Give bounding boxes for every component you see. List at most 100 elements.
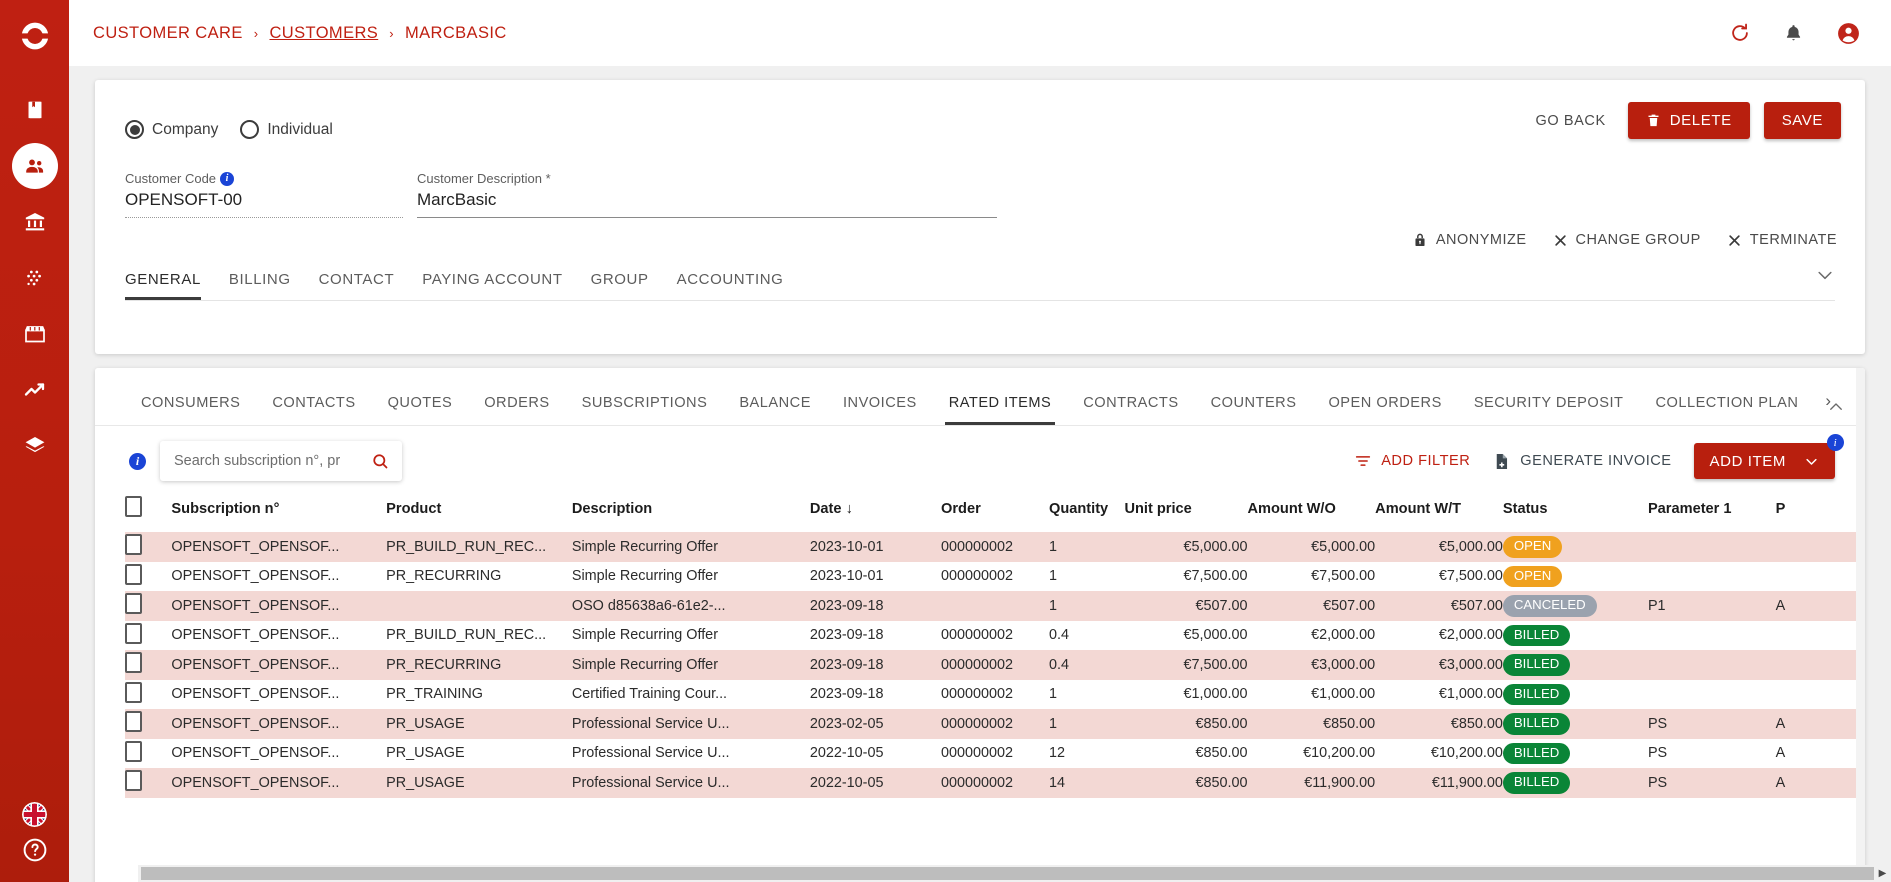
table-row[interactable]: OPENSOFT_OPENSOF...PR_RECURRINGSimple Re… — [125, 562, 1865, 592]
horizontal-scrollbar-thumb[interactable] — [141, 867, 1874, 880]
tab-rated-items[interactable]: RATED ITEMS — [933, 395, 1068, 425]
table-row[interactable]: OPENSOFT_OPENSOF...OSO d85638a6-61e2-...… — [125, 591, 1865, 621]
cell-subscription[interactable]: OPENSOFT_OPENSOF... — [171, 532, 386, 562]
cell-subscription[interactable]: OPENSOFT_OPENSOF... — [171, 739, 386, 769]
add-item-button[interactable]: ADD ITEM i — [1694, 443, 1835, 479]
table-row[interactable]: OPENSOFT_OPENSOF...PR_USAGEProfessional … — [125, 739, 1865, 769]
save-button[interactable]: SAVE — [1764, 102, 1841, 139]
generate-invoice-button[interactable]: GENERATE INVOICE — [1492, 452, 1671, 471]
tab-security-deposit[interactable]: SECURITY DEPOSIT — [1458, 395, 1640, 425]
select-all-checkbox[interactable] — [125, 496, 142, 517]
horizontal-scrollbar[interactable]: ▶ — [138, 865, 1891, 882]
sidebar-item-help[interactable] — [22, 837, 48, 868]
customer-code-value[interactable]: OPENSOFT-00 — [125, 190, 403, 218]
anonymize-button[interactable]: ANONYMIZE — [1412, 232, 1527, 248]
scroll-right-arrow-icon[interactable]: ▶ — [1874, 868, 1891, 879]
column-parameter-2[interactable]: P — [1776, 496, 1865, 532]
radio-individual[interactable]: Individual — [240, 120, 333, 139]
table-row[interactable]: OPENSOFT_OPENSOF...PR_BUILD_RUN_REC...Si… — [125, 621, 1865, 651]
tab-billing[interactable]: BILLING — [215, 271, 305, 300]
cell-subscription[interactable]: OPENSOFT_OPENSOF... — [171, 709, 386, 739]
table-row[interactable]: OPENSOFT_OPENSOF...PR_RECURRINGSimple Re… — [125, 650, 1865, 680]
cell-subscription[interactable]: OPENSOFT_OPENSOF... — [171, 680, 386, 710]
tab-contacts[interactable]: CONTACTS — [256, 395, 371, 425]
sidebar-item-layers[interactable] — [12, 423, 58, 469]
tab-contact[interactable]: CONTACT — [305, 271, 409, 300]
sidebar-item-customers[interactable] — [12, 143, 58, 189]
breadcrumb-item-customer-care[interactable]: CUSTOMER CARE — [93, 24, 243, 43]
row-checkbox[interactable] — [125, 770, 142, 791]
tab-contracts[interactable]: CONTRACTS — [1067, 395, 1194, 425]
delete-button[interactable]: DELETE — [1628, 102, 1750, 139]
customer-description-field[interactable]: Customer Description * MarcBasic — [417, 171, 997, 218]
expand-detail-chevron-down-icon[interactable] — [1815, 265, 1835, 290]
radio-company[interactable]: Company — [125, 120, 218, 139]
search-icon[interactable] — [371, 452, 390, 471]
refresh-button[interactable] — [1729, 22, 1751, 44]
search-input[interactable] — [174, 453, 371, 469]
search-info-icon[interactable]: i — [129, 453, 146, 470]
tab-quotes[interactable]: QUOTES — [372, 395, 469, 425]
column-product[interactable]: Product — [386, 496, 572, 532]
table-row[interactable]: OPENSOFT_OPENSOF...PR_USAGEProfessional … — [125, 768, 1865, 798]
row-checkbox[interactable] — [125, 623, 142, 644]
notifications-button[interactable] — [1783, 23, 1804, 44]
column-order[interactable]: Order — [941, 496, 1049, 532]
table-vertical-scrollbar[interactable] — [1856, 368, 1865, 882]
sidebar-item-finance[interactable] — [12, 199, 58, 245]
cell-subscription[interactable]: OPENSOFT_OPENSOF... — [171, 562, 386, 592]
tab-general[interactable]: GENERAL — [125, 271, 215, 300]
cell-subscription[interactable]: OPENSOFT_OPENSOF... — [171, 768, 386, 798]
app-logo[interactable] — [19, 20, 51, 57]
row-checkbox[interactable] — [125, 711, 142, 732]
column-subscription[interactable]: Subscription n° — [171, 496, 386, 532]
add-filter-button[interactable]: ADD FILTER — [1354, 452, 1470, 470]
tab-consumers[interactable]: CONSUMERS — [125, 395, 256, 425]
tab-balance[interactable]: BALANCE — [723, 395, 827, 425]
row-checkbox[interactable] — [125, 741, 142, 762]
row-checkbox[interactable] — [125, 652, 142, 673]
table-row[interactable]: OPENSOFT_OPENSOF...PR_TRAININGCertified … — [125, 680, 1865, 710]
sidebar-item-store[interactable] — [12, 311, 58, 357]
cell-subscription[interactable]: OPENSOFT_OPENSOF... — [171, 621, 386, 651]
change-group-button[interactable]: CHANGE GROUP — [1553, 232, 1701, 248]
tab-counters[interactable]: COUNTERS — [1195, 395, 1313, 425]
info-icon[interactable]: i — [220, 172, 234, 186]
go-back-button[interactable]: GO BACK — [1527, 107, 1613, 135]
customer-code-field[interactable]: Customer Code i OPENSOFT-00 — [125, 171, 403, 218]
cell-subscription[interactable]: OPENSOFT_OPENSOF... — [171, 650, 386, 680]
row-checkbox[interactable] — [125, 534, 142, 555]
table-row[interactable]: OPENSOFT_OPENSOF...PR_BUILD_RUN_REC...Si… — [125, 532, 1865, 562]
tab-invoices[interactable]: INVOICES — [827, 395, 933, 425]
customer-description-value[interactable]: MarcBasic — [417, 190, 997, 218]
column-unit-price[interactable]: Unit price — [1124, 496, 1247, 532]
column-status[interactable]: Status — [1503, 496, 1648, 532]
search-box[interactable] — [160, 441, 402, 481]
tab-open-orders[interactable]: OPEN ORDERS — [1312, 395, 1457, 425]
sidebar-item-book[interactable] — [12, 87, 58, 133]
sidebar-item-language[interactable] — [22, 802, 47, 827]
tab-group[interactable]: GROUP — [577, 271, 663, 300]
row-checkbox[interactable] — [125, 564, 142, 585]
tab-accounting[interactable]: ACCOUNTING — [663, 271, 798, 300]
column-parameter-1[interactable]: Parameter 1 — [1648, 496, 1776, 532]
column-description[interactable]: Description — [572, 496, 810, 532]
tab-paying-account[interactable]: PAYING ACCOUNT — [408, 271, 576, 300]
row-checkbox[interactable] — [125, 593, 142, 614]
table-row[interactable]: OPENSOFT_OPENSOF...PR_USAGEProfessional … — [125, 709, 1865, 739]
tab-collection-plan[interactable]: COLLECTION PLAN — [1639, 395, 1814, 425]
collapse-panel-chevron-up-icon[interactable] — [1827, 398, 1845, 421]
breadcrumb-item-customers[interactable]: CUSTOMERS — [269, 24, 378, 43]
terminate-button[interactable]: TERMINATE — [1727, 232, 1837, 248]
column-date[interactable]: Date ↓ — [810, 496, 941, 532]
sidebar-item-catalog[interactable] — [12, 255, 58, 301]
column-quantity[interactable]: Quantity — [1049, 496, 1124, 532]
tab-orders[interactable]: ORDERS — [468, 395, 565, 425]
user-account-button[interactable] — [1836, 21, 1861, 46]
tab-subscriptions[interactable]: SUBSCRIPTIONS — [566, 395, 724, 425]
column-amount-wo[interactable]: Amount W/O — [1247, 496, 1375, 532]
row-checkbox[interactable] — [125, 682, 142, 703]
column-amount-wt[interactable]: Amount W/T — [1375, 496, 1503, 532]
cell-subscription[interactable]: OPENSOFT_OPENSOF... — [171, 591, 386, 621]
sidebar-item-analytics[interactable] — [12, 367, 58, 413]
